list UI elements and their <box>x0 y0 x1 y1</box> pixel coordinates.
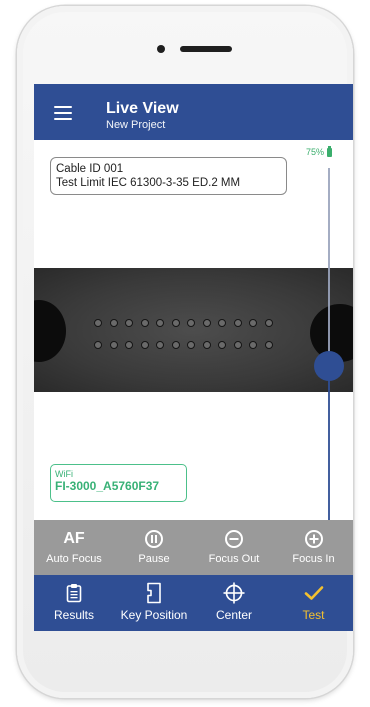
crosshair-icon <box>223 582 245 604</box>
fiber-core <box>94 319 102 327</box>
nav-results[interactable]: Results <box>34 575 114 622</box>
fiber-core <box>109 319 118 327</box>
fiber-core <box>171 319 180 327</box>
focus-in-label: Focus In <box>292 553 335 565</box>
earpiece-speaker <box>180 46 232 52</box>
battery-icon <box>327 145 333 157</box>
guide-hole-left <box>34 300 66 362</box>
live-view-image <box>34 268 353 392</box>
fiber-array <box>94 319 284 359</box>
fiber-core <box>249 319 257 327</box>
page-title: Live View <box>106 100 179 117</box>
app-bar: Live View New Project <box>34 84 353 140</box>
fiber-core <box>249 341 257 349</box>
menu-icon[interactable] <box>54 106 72 120</box>
project-name: New Project <box>106 119 166 131</box>
fiber-core <box>218 319 226 327</box>
cable-info-box: Cable ID 001 Test Limit IEC 61300-3-35 E… <box>50 157 287 195</box>
fiber-core <box>233 341 242 349</box>
fiber-core <box>171 341 180 349</box>
key-position-icon <box>147 582 161 604</box>
wifi-label: WiFi <box>55 469 73 479</box>
fiber-core <box>109 341 118 349</box>
fiber-core <box>233 319 242 327</box>
test-limit: Test Limit IEC 61300-3-35 ED.2 MM <box>56 177 241 189</box>
auto-focus-label: Auto Focus <box>46 553 102 565</box>
nav-test[interactable]: Test <box>274 575 353 622</box>
fiber-core <box>140 341 149 349</box>
focus-out-button[interactable]: Focus Out <box>194 520 274 565</box>
focus-out-label: Focus Out <box>208 553 260 565</box>
nav-test-label: Test <box>302 608 325 622</box>
fiber-core <box>264 319 273 327</box>
app-screen: Live View New Project 75% Cable ID 001 T… <box>34 84 353 631</box>
minus-circle-icon <box>225 530 243 548</box>
fiber-core <box>156 319 164 327</box>
nav-results-label: Results <box>53 608 94 622</box>
auto-focus-button[interactable]: AF Auto Focus <box>34 520 114 565</box>
nav-center-label: Center <box>215 608 253 622</box>
focus-slider-thumb[interactable] <box>314 351 344 381</box>
battery-status: 75% <box>306 145 333 157</box>
cable-id: Cable ID 001 <box>56 163 124 175</box>
pause-label: Pause <box>138 553 170 565</box>
fiber-core <box>125 341 133 349</box>
fiber-core <box>264 341 273 349</box>
nav-center[interactable]: Center <box>194 575 274 622</box>
fiber-core <box>218 341 226 349</box>
auto-focus-icon: AF <box>63 530 85 547</box>
fiber-core <box>187 319 195 327</box>
battery-level: 75% <box>306 147 325 157</box>
focus-slider-track-upper[interactable] <box>328 168 330 363</box>
wifi-network: FI-3000_A5760F37 <box>55 479 160 493</box>
fiber-core <box>94 341 102 349</box>
wifi-status-box: WiFi FI-3000_A5760F37 <box>50 464 187 502</box>
check-icon <box>304 586 323 600</box>
fiber-core <box>140 319 149 327</box>
pause-icon <box>145 530 163 548</box>
plus-circle-icon <box>304 530 323 548</box>
fiber-core <box>156 341 164 349</box>
nav-key-position-label: Key Position <box>120 608 188 622</box>
focus-in-button[interactable]: Focus In <box>274 520 353 565</box>
front-camera <box>157 45 165 53</box>
pause-button[interactable]: Pause <box>114 520 194 565</box>
fiber-core <box>125 319 133 327</box>
fiber-core <box>187 341 195 349</box>
clipboard-icon <box>66 584 82 603</box>
bottom-nav: Results Key Position Center Test <box>34 575 353 631</box>
nav-key-position[interactable]: Key Position <box>110 575 198 622</box>
focus-toolbar: AF Auto Focus Pause Focus Out Focus In <box>34 520 353 575</box>
focus-slider-track-lower[interactable] <box>328 363 330 534</box>
fiber-core <box>202 341 211 349</box>
fiber-core <box>202 319 211 327</box>
